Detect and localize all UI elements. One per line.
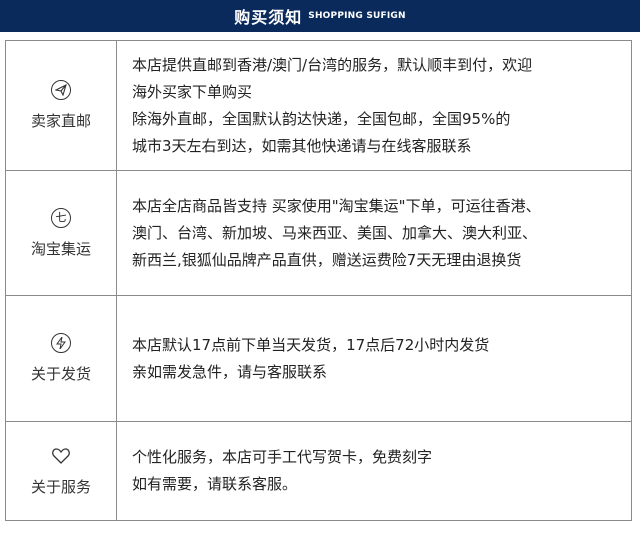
- row-text-line: 本店全店商品皆支持 买家使用"淘宝集运"下单，可运往香港、: [132, 196, 541, 215]
- notice-row-service: 关于服务 个性化服务，本店可手工代写贺卡，免费刻字 如有需要，请联系客服。: [6, 422, 631, 520]
- row-content: 本店默认17点前下单当天发货，17点后72小时内发货 亲如需发急件，请与客服联系: [132, 296, 623, 421]
- row-text-line: 亲如需发急件，请与客服联系: [132, 362, 328, 381]
- row-text-line: 本店默认17点前下单当天发货，17点后72小时内发货: [132, 335, 490, 354]
- row-text-line: 本店提供直邮到香港/澳门/台湾的服务，默认顺丰到付，欢迎: [132, 55, 533, 74]
- row-content: 个性化服务，本店可手工代写贺卡，免费刻字 如有需要，请联系客服。: [132, 422, 623, 520]
- heart-icon: [51, 446, 71, 466]
- page-title: 购买须知: [234, 8, 303, 27]
- row-text-line: 海外买家下单购买: [132, 82, 253, 101]
- row-label-cell: 关于发货: [6, 296, 117, 421]
- row-text-line: 如有需要，请联系客服。: [132, 475, 298, 493]
- notice-row-shipping: 卖家直邮 本店提供直邮到香港/澳门/台湾的服务，默认顺丰到付，欢迎 海外买家下单…: [6, 41, 631, 171]
- row-label: 淘宝集运: [30, 239, 91, 258]
- row-label-cell: 卖家直邮: [6, 41, 117, 170]
- header-bar: 购买须知 SHOPPING SUFIGN: [0, 0, 640, 32]
- row-label: 关于服务: [30, 477, 91, 496]
- row-label-cell: 七 淘宝集运: [6, 171, 117, 295]
- row-label: 关于发货: [30, 365, 91, 383]
- page-subtitle: SHOPPING SUFIGN: [308, 11, 406, 21]
- row-text-line: 除海外直邮，全国默认韵达快递，全国包邮，全国95%的: [132, 109, 511, 128]
- row-text-line: 城市3天左右到达，如需其他快递请与在线客服联系: [132, 136, 472, 155]
- row-text-line: 个性化服务，本店可手工代写贺卡，免费刻字: [132, 448, 433, 466]
- notice-table: 卖家直邮 本店提供直邮到香港/澳门/台湾的服务，默认顺丰到付，欢迎 海外买家下单…: [5, 40, 632, 521]
- row-content: 本店提供直邮到香港/澳门/台湾的服务，默认顺丰到付，欢迎 海外买家下单购买 除海…: [132, 41, 623, 170]
- seven-icon: 七: [51, 207, 71, 228]
- paper-plane-icon: [51, 80, 71, 100]
- lightning-icon: [51, 333, 71, 353]
- row-text-line: 澳门、台湾、新加坡、马来西亚、美国、加拿大、澳大利亚、: [132, 223, 538, 242]
- row-label-cell: 关于服务: [6, 422, 117, 520]
- row-content: 本店全店商品皆支持 买家使用"淘宝集运"下单，可运往香港、 澳门、台湾、新加坡、…: [132, 171, 623, 295]
- notice-row-consolidation: 七 淘宝集运 本店全店商品皆支持 买家使用"淘宝集运"下单，可运往香港、 澳门、…: [6, 171, 631, 296]
- row-label: 卖家直邮: [30, 112, 91, 130]
- notice-row-delivery: 关于发货 本店默认17点前下单当天发货，17点后72小时内发货 亲如需发急件，请…: [6, 296, 631, 422]
- row-text-line: 新西兰,银狐仙品牌产品直供，赠送运费险7天无理由退换货: [132, 250, 522, 269]
